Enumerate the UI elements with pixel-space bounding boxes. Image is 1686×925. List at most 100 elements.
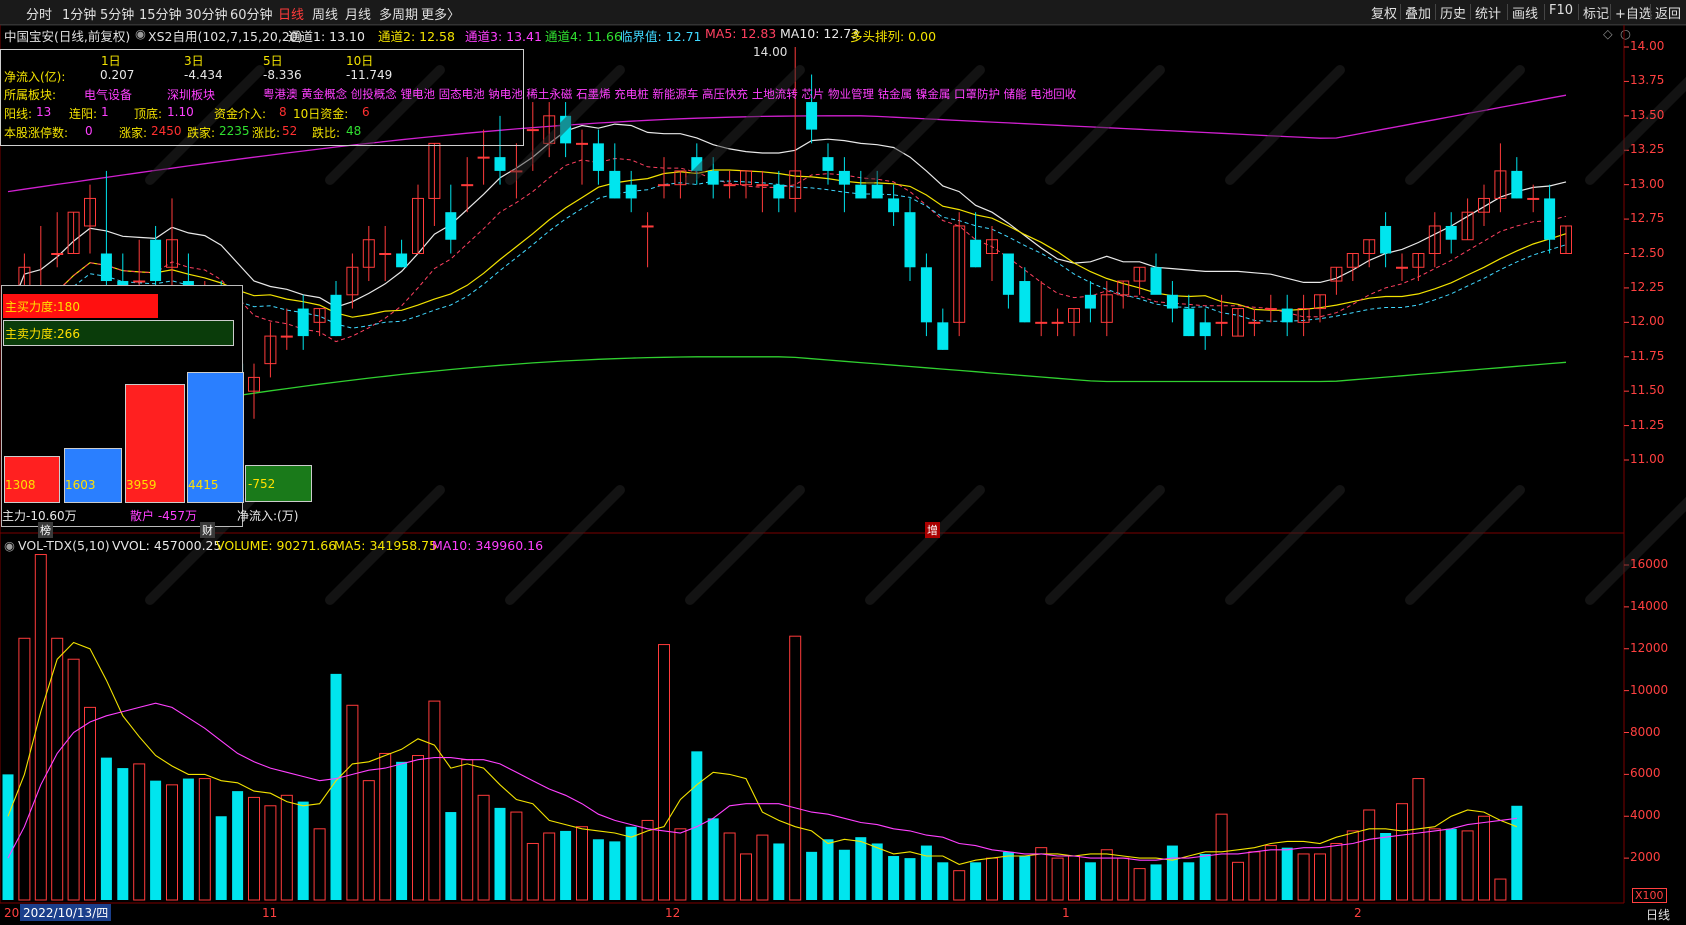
volume-bar-down (100, 757, 112, 900)
candle-body-down (822, 157, 834, 171)
volume-bar-up (756, 834, 769, 901)
volume-bar-down (970, 862, 982, 900)
month-label-0: 11 (262, 906, 278, 920)
volume-bar-up (1248, 851, 1261, 901)
candle-body-up (133, 280, 146, 283)
volume-bar-down (2, 774, 14, 900)
volume-bar-down (297, 801, 309, 900)
candle-body-down (445, 212, 457, 240)
month-label-3: 2 (1354, 906, 1362, 920)
candle-body-up (1527, 197, 1540, 200)
candle-body-down (1002, 253, 1014, 295)
candle-body-down (1199, 322, 1211, 337)
price-tick-2: 13.50 (1630, 107, 1665, 122)
row4-value-3: 52 (282, 124, 298, 138)
volume-bar-up (1494, 878, 1507, 901)
volume-bar-up (461, 759, 474, 901)
volume-tick-2: 12000 (1630, 640, 1669, 655)
volume-bar-down (494, 807, 506, 900)
volume-bar-up (198, 778, 211, 901)
volume-indicator-name[interactable]: VOL-TDX(5,10) (18, 538, 110, 553)
row4-label-0: 本股涨停数: (4, 126, 69, 140)
volume-bar-down (806, 851, 818, 900)
candle-body-up (576, 142, 588, 145)
price-tick-0: 14.00 (1630, 39, 1665, 53)
candle-body-down (494, 157, 506, 171)
sector-2[interactable]: 深圳板块 (167, 86, 215, 103)
price-tick-5: 12.75 (1630, 211, 1665, 226)
candle-body-up (526, 129, 539, 132)
candle-body-down (100, 253, 112, 282)
candle-body-down (920, 267, 932, 323)
price-tick-12: 11.00 (1630, 452, 1665, 466)
candle-body-up (280, 335, 293, 338)
volume-tick-0: 16000 (1630, 557, 1669, 571)
volume-bar-down (1019, 856, 1031, 900)
watermark-stripe (865, 485, 985, 605)
volume-bar-down (1183, 862, 1195, 900)
volume-bar-down (445, 812, 457, 900)
volume-tick-7: 2000 (1630, 850, 1661, 865)
price-tick-4: 13.00 (1630, 176, 1665, 191)
candle-body-down (1019, 281, 1031, 323)
candle-body-down (871, 184, 883, 199)
volume-bar-up (133, 763, 146, 901)
volume-bar-down (396, 761, 408, 900)
volume-tick-3: 10000 (1630, 682, 1669, 697)
row3-value-1: 1 (101, 105, 109, 119)
volume-bar-down (822, 839, 834, 900)
volume-unit: X100 (1632, 888, 1667, 903)
volume-bar-up (280, 794, 293, 901)
concepts-list[interactable]: 粤港澳 黄金概念 创投概念 锂电池 固态电池 钠电池 稀土永磁 石墨烯 充电桩 … (263, 86, 1076, 102)
candle-body-up (1264, 308, 1277, 311)
candle-body-up (1248, 321, 1261, 324)
volume-bar-down (855, 837, 867, 900)
candle-body-down (150, 239, 162, 282)
volume-bar-up (51, 637, 64, 901)
volume-bar-up (1264, 845, 1277, 901)
row3-label-0: 阳线: (4, 107, 33, 121)
volume-bar-up (1396, 803, 1408, 901)
candle-body-down (855, 184, 867, 199)
volume-bar-up (362, 780, 375, 901)
volume-bar-up (1297, 853, 1310, 901)
price-tick-8: 12.00 (1630, 314, 1665, 329)
volume-bar-down (182, 778, 194, 900)
volume-value-1: VOLUME: 90271.66 (216, 538, 337, 553)
row4-value-2: 2235 (219, 124, 250, 138)
candle-body-down (1084, 294, 1096, 309)
tag-bang[interactable]: 榜 (38, 522, 53, 538)
volume-bar-up (1117, 857, 1130, 901)
volume-bar-up (1100, 849, 1113, 901)
row4-value-1: 2450 (151, 124, 182, 138)
volume-settings-icon[interactable]: ◉ (4, 538, 15, 553)
candle-body-up (723, 184, 736, 187)
row3-value-3: 8 (279, 105, 287, 119)
candle-body-up (1051, 321, 1064, 324)
netflow-label: 净流入(亿): (4, 70, 66, 84)
flow-bar-value-1: 1603 (65, 478, 96, 492)
watermark-stripe (1045, 485, 1165, 605)
sector-1[interactable]: 电气设备 (84, 86, 132, 103)
row3-value-2: 1.10 (167, 105, 194, 119)
volume-bar-up (84, 706, 96, 901)
volume-bar-down (1084, 862, 1096, 900)
netflow-value-0: 0.207 (100, 68, 135, 82)
tag-zeng[interactable]: 增 (925, 522, 940, 538)
volume-bar-down (1150, 864, 1162, 900)
volume-bar-up (166, 784, 178, 901)
volume-tick-6: 4000 (1630, 808, 1661, 823)
main-buy-label: 主买力度:180 (5, 300, 80, 314)
volume-bar-down (920, 845, 932, 900)
flow-bar-value-4: -752 (248, 477, 276, 491)
volume-bar-up (1133, 868, 1146, 901)
tag-cai[interactable]: 财 (200, 522, 215, 538)
volume-bar-down (609, 841, 621, 900)
candle-body-down (1166, 294, 1178, 309)
price-tick-6: 12.50 (1630, 245, 1665, 260)
volume-tick-1: 14000 (1630, 598, 1669, 613)
candle-body-down (1183, 308, 1195, 337)
watermark-stripe (1225, 65, 1345, 185)
candle-body-up (756, 184, 769, 187)
volume-bar-down (1002, 851, 1014, 900)
